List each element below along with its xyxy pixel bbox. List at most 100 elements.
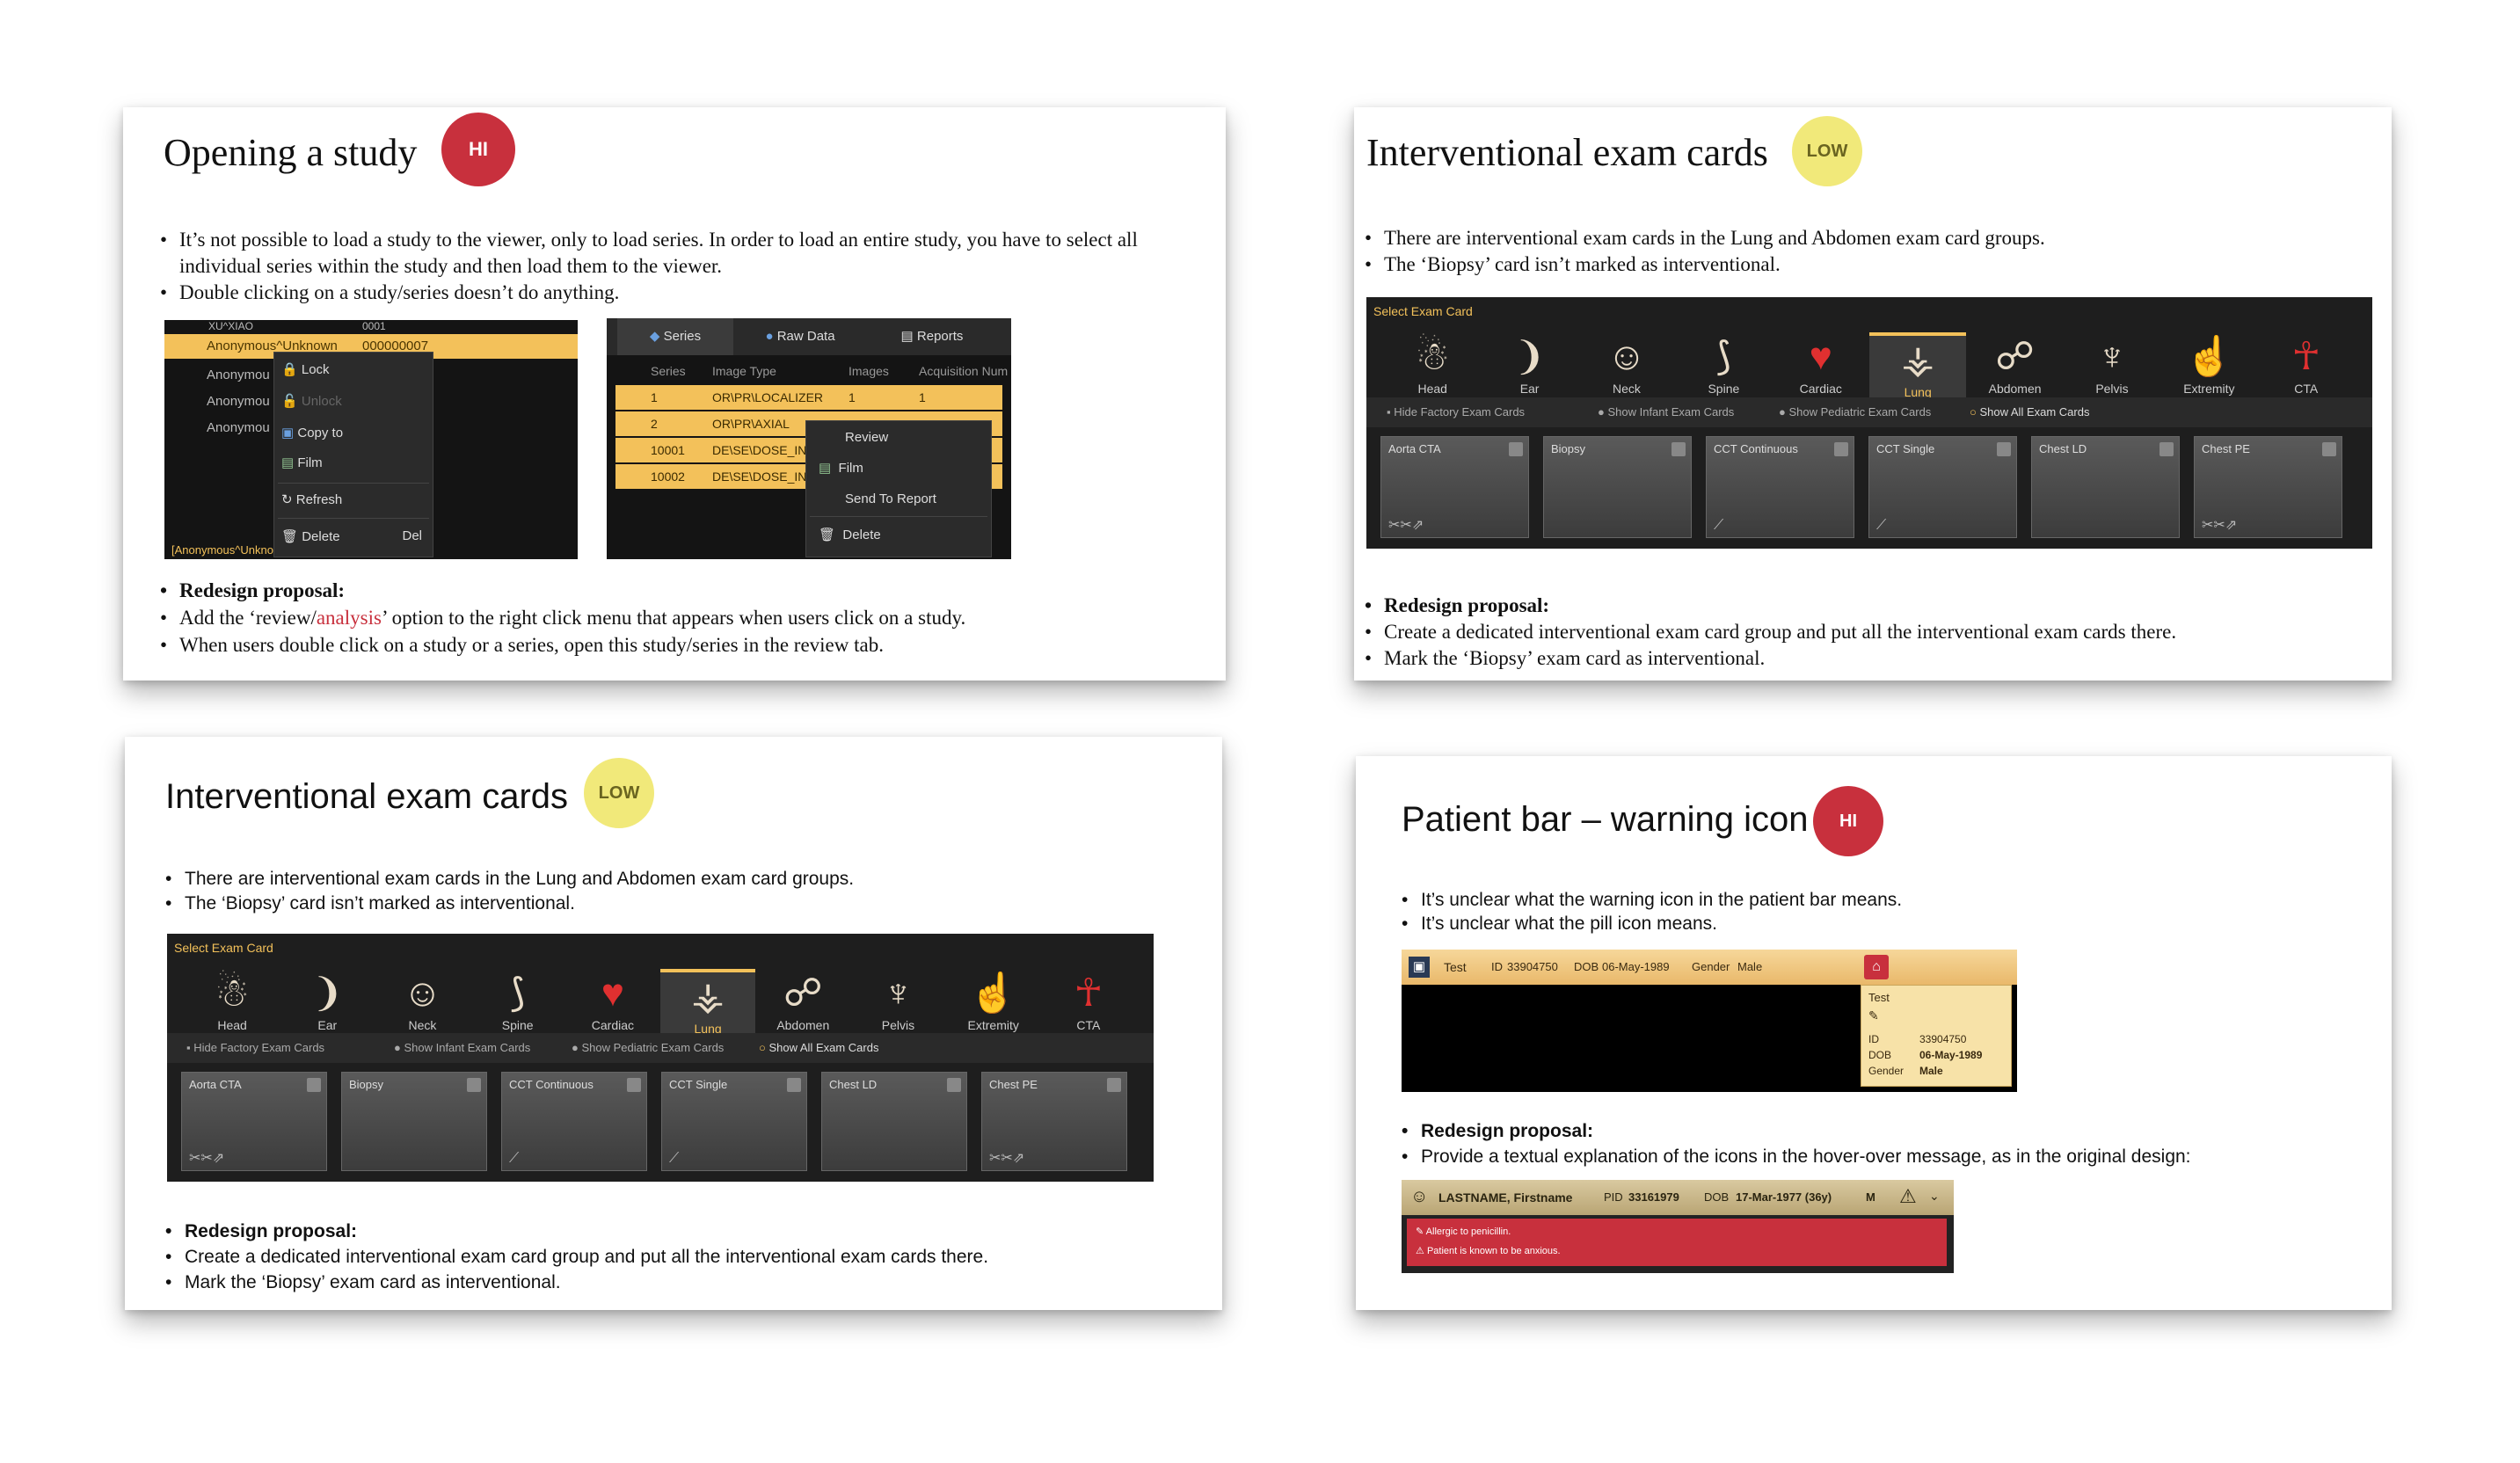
exam-group-cardiac[interactable]: ♥ Cardiac (565, 969, 660, 1038)
exam-group-neck[interactable]: ☺ Neck (375, 969, 470, 1038)
exam-group-abdomen[interactable]: ☍ Abdomen (1966, 332, 2063, 403)
hide-factory-checkbox[interactable]: ▪ Hide Factory Exam Cards (1387, 405, 1525, 419)
column-header[interactable]: Image Type (712, 364, 776, 378)
exam-group-spine[interactable]: ⟆ Spine (1675, 332, 1772, 403)
exam-group-abdomen[interactable]: ☍ Abdomen (755, 969, 850, 1038)
exam-group-head[interactable]: ☃ Head (1384, 332, 1481, 403)
exam-group-extremity[interactable]: ☝ Extremity (946, 969, 1041, 1038)
filter-radio[interactable]: ● Show Pediatric Exam Cards (1779, 405, 1931, 419)
study-row[interactable]: XU^XIAO 0001 (164, 320, 578, 332)
pelvis-icon: ♆ (883, 972, 913, 1015)
exam-card[interactable]: Chest PE ✂✂⇗ (981, 1072, 1127, 1171)
filter-radio[interactable]: ○ Show All Exam Cards (1970, 405, 2089, 419)
menu-item-delete[interactable]: 🗑 Delete (819, 527, 881, 542)
exam-card[interactable]: Chest PE ✂✂⇗ (2194, 436, 2342, 538)
card-settings-icon[interactable] (1509, 442, 1523, 456)
card-settings-icon[interactable] (1107, 1078, 1121, 1092)
exam-card[interactable]: Aorta CTA ✂✂⇗ (1380, 436, 1529, 538)
column-header[interactable]: Images (848, 364, 889, 378)
menu-item-lock[interactable]: 🔒 Lock (281, 361, 330, 377)
filter-radio[interactable]: ○ Show All Exam Cards (759, 1041, 878, 1054)
exam-group-label: Extremity (967, 1018, 1019, 1032)
exam-group-ear[interactable]: ❩ Ear (280, 969, 375, 1038)
menu-item-review[interactable]: Review (845, 430, 888, 445)
menu-divider (810, 516, 987, 517)
exam-group-cta[interactable]: ☥ CTA (2258, 332, 2355, 403)
filter-radio[interactable]: ● Show Infant Exam Cards (1598, 405, 1734, 419)
exam-group-cardiac[interactable]: ♥ Cardiac (1773, 332, 1869, 403)
menu-item-film[interactable]: ▤ Film (819, 460, 863, 476)
column-header[interactable]: Acquisition Num (919, 364, 1008, 378)
menu-item-copy-to[interactable]: ▣ Copy to (281, 425, 343, 440)
series-cell: OR\PR\AXIAL (712, 417, 790, 431)
hide-factory-checkbox[interactable]: ▪ Hide Factory Exam Cards (186, 1041, 324, 1054)
card-settings-icon[interactable] (2159, 442, 2174, 456)
lock-icon: 🔒 (281, 362, 298, 377)
issue-item: The ‘Biopsy’ card isn’t marked as interv… (1365, 251, 2376, 278)
exam-card[interactable]: Chest LD (2031, 436, 2180, 538)
exam-card[interactable]: Aorta CTA ✂✂⇗ (181, 1072, 327, 1171)
filter-radio[interactable]: ● Show Pediatric Exam Cards (572, 1041, 724, 1054)
exam-card-label: CCT Single (669, 1078, 728, 1091)
card-settings-icon[interactable] (787, 1078, 801, 1092)
issue-list: It’s unclear what the warning icon in th… (1402, 888, 2369, 935)
exam-group-extremity[interactable]: ☝ Extremity (2160, 332, 2257, 403)
exam-group-label: CTA (1076, 1018, 1101, 1032)
exam-card[interactable]: CCT Single ⟋ (661, 1072, 807, 1171)
study-row[interactable]: Anonymou (207, 368, 270, 382)
patient-bar[interactable]: ▣ Test ID 33904750 DOB 06-May-1989 Gende… (1402, 950, 2017, 985)
exam-group-pelvis[interactable]: ♆ Pelvis (850, 969, 945, 1038)
exam-card[interactable]: CCT Continuous ⟋ (501, 1072, 647, 1171)
tab-raw-data[interactable]: ● Raw Data (739, 318, 862, 355)
series-row[interactable]: 1 OR\PR\LOCALIZER 1 1 (615, 385, 1002, 410)
card-settings-icon[interactable] (1834, 442, 1848, 456)
exam-group-neck[interactable]: ☺ Neck (1578, 332, 1675, 403)
card-settings-icon[interactable] (2322, 442, 2336, 456)
exam-group-ear[interactable]: ❩ Ear (1481, 332, 1577, 403)
exam-card[interactable]: CCT Single ⟋ (1868, 436, 2017, 538)
exam-group-lung[interactable]: ⚶ Lung (1869, 332, 1967, 406)
tab-series[interactable]: ◆ Series (617, 318, 733, 355)
cta-icon: ☥ (1074, 972, 1103, 1015)
chevron-down-icon[interactable]: ⌄ (1929, 1189, 1940, 1204)
menu-item-send-to-report[interactable]: Send To Report (845, 491, 936, 506)
ear-icon: ❩ (310, 972, 344, 1015)
card-settings-icon[interactable] (467, 1078, 481, 1092)
redesign-label: Redesign proposal: (1365, 593, 2376, 619)
exam-card[interactable]: Biopsy (341, 1072, 487, 1171)
menu-item-film[interactable]: ▤ Film (281, 455, 323, 470)
warning-icon[interactable]: ⌂ (1864, 955, 1889, 979)
text-highlight: analysis (316, 607, 382, 629)
column-header[interactable]: Series (651, 364, 686, 378)
card-settings-icon[interactable] (947, 1078, 961, 1092)
study-row[interactable]: Anonymou (207, 394, 270, 409)
exam-group-cta[interactable]: ☥ CTA (1041, 969, 1136, 1038)
card-settings-icon[interactable] (1997, 442, 2011, 456)
sex-value: M (1866, 1190, 1875, 1204)
slide-title: Interventional exam cards (165, 777, 569, 816)
exam-group-lung[interactable]: ⚶ Lung (660, 969, 756, 1042)
card-settings-icon[interactable] (627, 1078, 641, 1092)
exam-group-pelvis[interactable]: ♆ Pelvis (2064, 332, 2160, 403)
tab-reports[interactable]: ▤ Reports (866, 318, 998, 355)
study-row[interactable]: Anonymou (207, 420, 270, 435)
interventional-icon: ✂✂⇗ (989, 1151, 1025, 1166)
menu-item-delete[interactable]: 🗑 Delete Del (281, 528, 422, 544)
original-patient-bar[interactable]: ☺ LASTNAME, Firstname PID 33161979 DOB 1… (1402, 1180, 1954, 1215)
menu-item-refresh[interactable]: ↻ Refresh (281, 491, 342, 507)
tooltip: Test ✎ ID 33904750 DOB 06-May-1989 Gende… (1861, 985, 2012, 1087)
filter-radio[interactable]: ● Show Infant Exam Cards (394, 1041, 530, 1054)
exam-group-spine[interactable]: ⟆ Spine (470, 969, 565, 1038)
heart-icon: ♥ (601, 972, 624, 1015)
exam-card[interactable]: Biopsy (1543, 436, 1692, 538)
exam-group-head[interactable]: ☃ Head (185, 969, 280, 1038)
exam-card[interactable]: CCT Continuous ⟋ (1706, 436, 1854, 538)
warning-icon[interactable]: ⚠ (1899, 1185, 1917, 1208)
patient-id: 33904750 (1507, 960, 1558, 973)
refresh-icon: ↻ (281, 492, 293, 507)
exam-card[interactable]: Chest LD (821, 1072, 967, 1171)
card-settings-icon[interactable] (307, 1078, 321, 1092)
dob-value: 17-Mar-1977 (36y) (1736, 1190, 1832, 1204)
trash-icon: 🗑 (819, 528, 836, 542)
card-settings-icon[interactable] (1672, 442, 1686, 456)
